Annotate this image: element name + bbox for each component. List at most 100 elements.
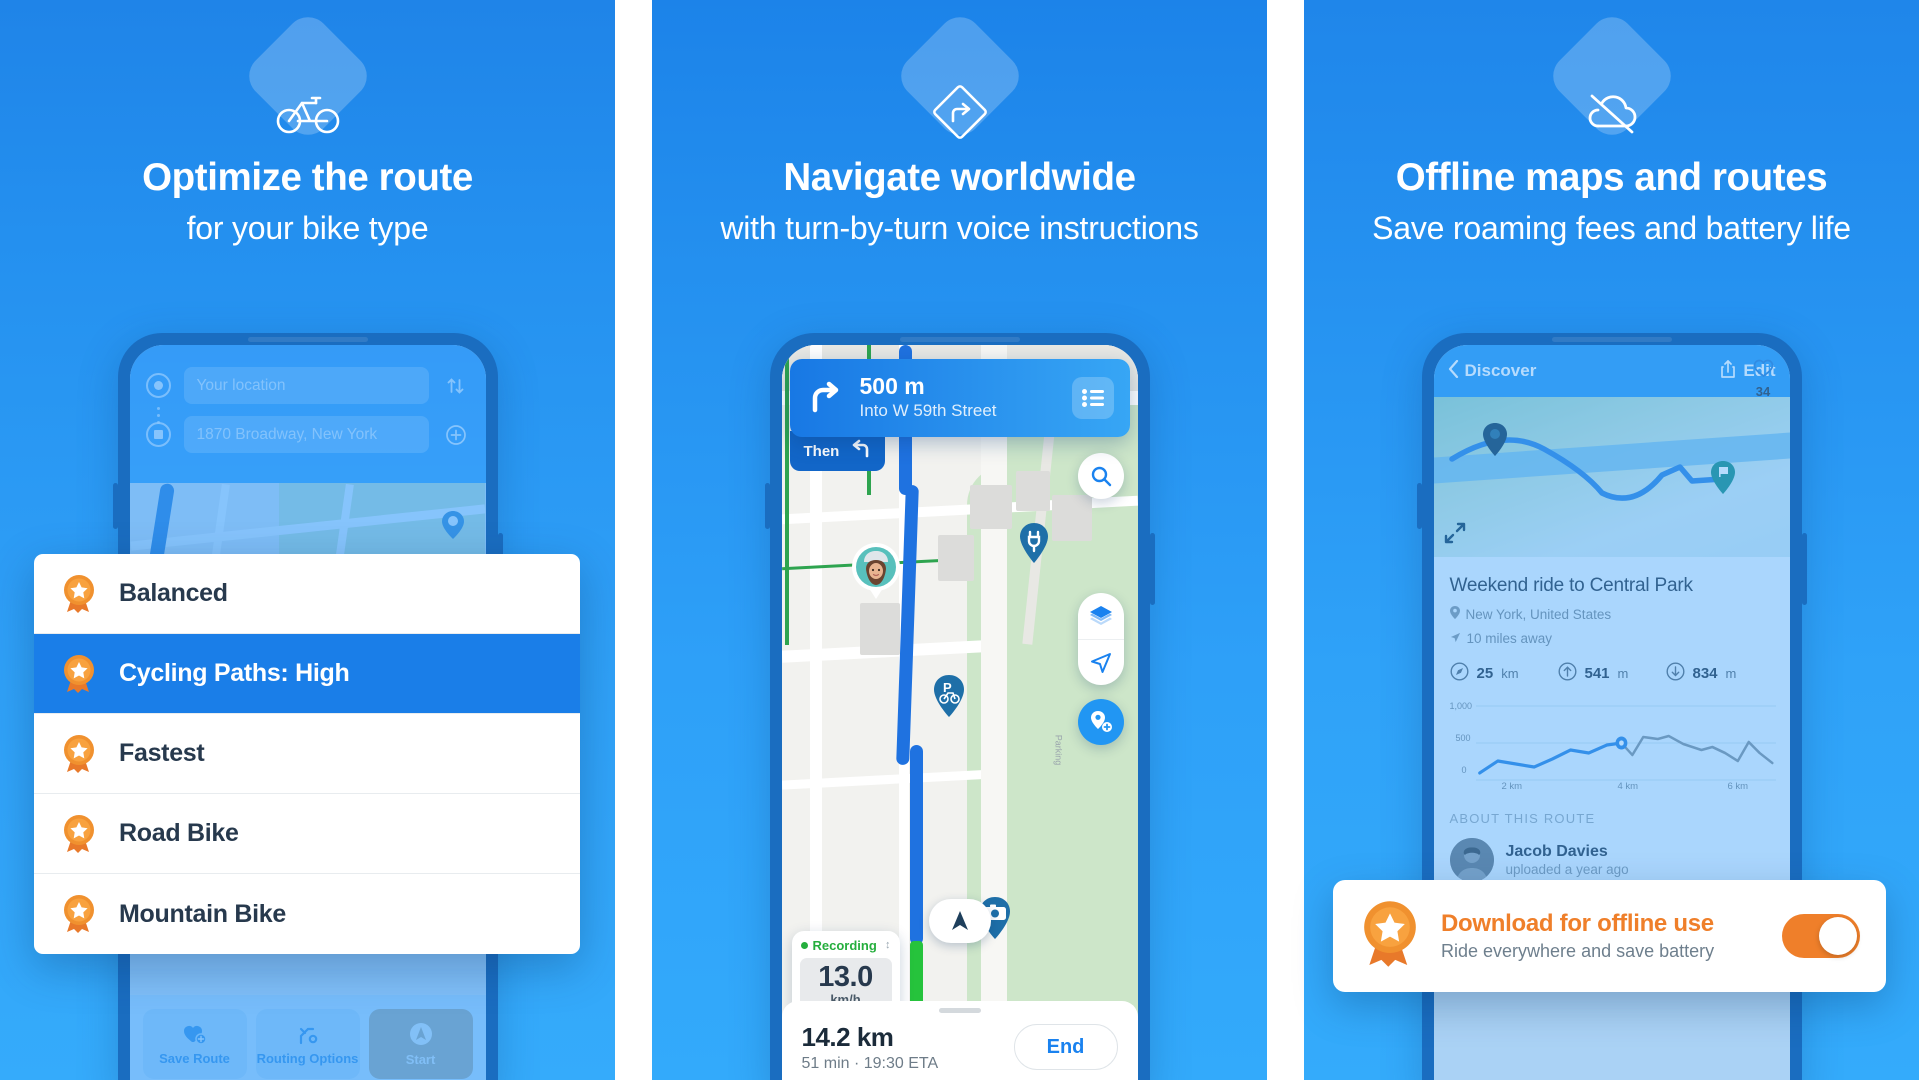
descent-icon bbox=[1665, 662, 1685, 685]
badge-star-icon bbox=[61, 654, 97, 694]
layers-icon[interactable] bbox=[1078, 593, 1124, 639]
elev-xtick-2km: 2 km bbox=[1501, 781, 1523, 792]
page-title: Optimize the route bbox=[142, 156, 473, 199]
page-title: Offline maps and routes bbox=[1395, 156, 1828, 199]
navigation-text-group: 500 m Into W 59th Street bbox=[859, 373, 997, 421]
destination-row[interactable]: 1870 Broadway, New York bbox=[145, 416, 470, 453]
origin-row[interactable]: Your location bbox=[145, 367, 470, 404]
swap-vertical-icon[interactable] bbox=[442, 376, 470, 396]
share-icon[interactable] bbox=[1720, 359, 1736, 383]
dropdown-item-mountain-bike[interactable]: Mountain Bike bbox=[34, 874, 580, 954]
stat-distance-value: 25 bbox=[1476, 665, 1494, 682]
expand-icon[interactable] bbox=[1444, 522, 1466, 549]
offline-download-banner[interactable]: Download for offline use Ride everywhere… bbox=[1333, 880, 1886, 992]
route-location: New York, United States bbox=[1465, 606, 1612, 622]
elev-xtick-4km: 4 km bbox=[1617, 781, 1639, 792]
origin-input[interactable]: Your location bbox=[183, 367, 429, 404]
elev-ytick-0: 0 bbox=[1461, 765, 1467, 775]
stat-distance: 25 km bbox=[1449, 662, 1558, 685]
turn-right-sign-icon bbox=[924, 76, 996, 148]
stat-descent: 834 m bbox=[1665, 662, 1774, 685]
end-button[interactable]: End bbox=[1013, 1024, 1118, 1070]
speed-value: 13.0 bbox=[818, 961, 873, 993]
badge-star-icon bbox=[61, 814, 97, 854]
ascent-icon bbox=[1557, 662, 1577, 685]
nav-distance: 500 m bbox=[859, 373, 925, 400]
author-text: Jacob Davies uploaded a year ago bbox=[1506, 843, 1629, 877]
plus-circle-icon[interactable] bbox=[442, 424, 470, 446]
recording-status-dot bbox=[800, 942, 808, 949]
dropdown-item-balanced[interactable]: Balanced bbox=[34, 554, 580, 634]
chevron-left-icon[interactable] bbox=[1448, 359, 1459, 383]
navigate-arrow-icon bbox=[1450, 631, 1461, 646]
dropdown-item-road-bike[interactable]: Road Bike bbox=[34, 794, 580, 874]
routing-options-button[interactable]: Routing Options bbox=[255, 1009, 360, 1079]
dropdown-item-cycling-paths-high[interactable]: Cycling Paths: High bbox=[34, 634, 580, 714]
page-subtitle: for your bike type bbox=[186, 210, 429, 247]
route-location-row: New York, United States bbox=[1449, 606, 1774, 622]
route-stats: 25 km 541 m 834 m bbox=[1449, 662, 1774, 685]
route-distance-away-row: 10 miles away bbox=[1450, 631, 1774, 646]
stat-ascent: 541 m bbox=[1557, 662, 1666, 685]
routing-options-label: Routing Options bbox=[256, 1050, 359, 1066]
recording-status-label: Recording bbox=[812, 938, 877, 953]
stat-descent-unit: m bbox=[1725, 666, 1737, 681]
dropdown-item-label: Cycling Paths: High bbox=[119, 659, 350, 687]
start-button[interactable]: Start bbox=[368, 1009, 473, 1079]
destination-input[interactable]: 1870 Broadway, New York bbox=[183, 416, 429, 453]
dropdown-item-label: Mountain Bike bbox=[119, 899, 286, 928]
trip-text-group: 14.2 km 51 min · 19:30 ETA bbox=[802, 1022, 939, 1073]
offline-text-group: Download for offline use Ride everywhere… bbox=[1441, 910, 1714, 962]
position-arrow-icon bbox=[928, 899, 991, 943]
finish-flag-pin-icon[interactable] bbox=[1710, 461, 1736, 499]
save-route-label: Save Route bbox=[159, 1050, 230, 1066]
phone-button bbox=[1149, 533, 1155, 605]
route-author[interactable]: Jacob Davies uploaded a year ago bbox=[1449, 838, 1774, 882]
bike-parking-pin-icon[interactable]: P bbox=[932, 675, 966, 722]
offline-toggle[interactable] bbox=[1782, 914, 1860, 958]
start-pin-icon[interactable] bbox=[1482, 423, 1508, 461]
map-controls-stack[interactable] bbox=[1077, 593, 1124, 685]
like-count: 34 bbox=[1755, 384, 1771, 399]
elev-ytick-500: 500 bbox=[1455, 733, 1471, 743]
heart-outline-icon[interactable] bbox=[1753, 359, 1774, 382]
nav-street: Into W 59th Street bbox=[859, 400, 997, 420]
chevron-updown-icon[interactable]: ↕ bbox=[885, 939, 891, 951]
dropdown-item-label: Fastest bbox=[119, 739, 205, 767]
rider-avatar-pin-icon[interactable] bbox=[850, 541, 902, 603]
app-store-screenshot-set: Optimize the route for your bike type Yo… bbox=[0, 0, 1920, 1080]
navigate-arrow-icon[interactable] bbox=[1077, 639, 1124, 685]
author-meta: uploaded a year ago bbox=[1505, 862, 1629, 877]
routing-profile-dropdown[interactable]: Balanced Cycling Paths: High Fastest Roa… bbox=[34, 554, 580, 954]
elevation-chart[interactable]: 1,000 500 0 2 km 4 km 6 km bbox=[1449, 695, 1776, 793]
about-route-section: ABOUT THIS ROUTE Jacob Davies uploaded a… bbox=[1433, 797, 1790, 882]
phone-button bbox=[1801, 533, 1807, 605]
navigation-instruction-bar[interactable]: 500 m Into W 59th Street bbox=[789, 359, 1130, 437]
route-detail-header: Discover Edit bbox=[1433, 345, 1790, 397]
headline-block-3: Offline maps and routes Save roaming fee… bbox=[1304, 155, 1919, 249]
trip-detail: 51 min · 19:30 ETA bbox=[801, 1054, 939, 1072]
bike-shop-pin-icon[interactable] bbox=[441, 511, 464, 539]
current-location-icon bbox=[145, 373, 171, 398]
charging-station-pin-icon[interactable] bbox=[1018, 523, 1050, 568]
phone-button bbox=[764, 483, 770, 529]
back-label[interactable]: Discover bbox=[1465, 361, 1537, 381]
phone-mockup-2: Parking 500 m Into W 59th Street Then P … bbox=[764, 333, 1155, 1080]
route-overview-map[interactable] bbox=[1433, 397, 1790, 557]
turn-left-icon bbox=[851, 439, 871, 463]
recording-header: Recording ↕ bbox=[792, 938, 900, 958]
trip-summary-sheet: 14.2 km 51 min · 19:30 ETA End bbox=[781, 1001, 1138, 1080]
dropdown-item-label: Balanced bbox=[119, 579, 228, 607]
badge-star-icon bbox=[61, 574, 97, 614]
like-group[interactable]: 34 bbox=[1753, 359, 1774, 399]
phone-button bbox=[1416, 483, 1422, 529]
save-route-button[interactable]: Save Route bbox=[142, 1009, 247, 1079]
route-distance-away: 10 miles away bbox=[1466, 631, 1553, 646]
add-place-icon[interactable] bbox=[1077, 699, 1124, 745]
search-icon[interactable] bbox=[1077, 453, 1124, 499]
dropdown-item-fastest[interactable]: Fastest bbox=[34, 714, 580, 794]
page-subtitle: with turn-by-turn voice instructions bbox=[720, 210, 1199, 247]
list-icon[interactable] bbox=[1071, 377, 1114, 419]
elev-ytick-1000: 1,000 bbox=[1449, 701, 1473, 711]
stat-distance-unit: km bbox=[1501, 666, 1519, 681]
